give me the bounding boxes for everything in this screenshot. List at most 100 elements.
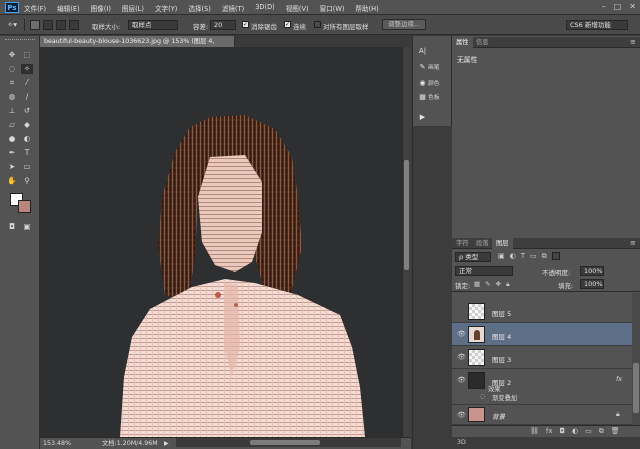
blur-tool-icon[interactable]: ● bbox=[6, 134, 18, 144]
lock-transparent-icon[interactable]: ▦ bbox=[474, 280, 480, 289]
subtract-selection-icon[interactable] bbox=[56, 20, 66, 30]
eye-icon[interactable]: 👁︎ bbox=[457, 376, 466, 384]
magic-wand-preset-icon[interactable]: ✧▾ bbox=[6, 20, 18, 30]
healing-brush-tool-icon[interactable]: ◍ bbox=[6, 92, 18, 102]
workspace-select[interactable]: CS6 新增功能 bbox=[566, 20, 628, 30]
hand-tool-icon[interactable]: ✋ bbox=[6, 176, 18, 186]
minimize-button[interactable]: – bbox=[602, 2, 606, 11]
layer-name[interactable]: 图层 4 bbox=[492, 331, 511, 341]
new-selection-icon[interactable] bbox=[30, 20, 40, 30]
close-button[interactable]: ✕ bbox=[629, 2, 636, 11]
3d-panel-button[interactable]: 3D bbox=[457, 439, 466, 446]
effect-eye-icon[interactable]: ◌ bbox=[480, 393, 485, 400]
layer-row-layer-3[interactable]: 👁︎ 图层 3 bbox=[452, 346, 632, 369]
antialias-checkbox[interactable]: ✓ bbox=[242, 21, 249, 28]
new-group-icon[interactable]: ▭ bbox=[585, 427, 592, 436]
panel-menu-icon[interactable]: ≡ bbox=[630, 38, 636, 46]
filter-adjust-icon[interactable]: ◐ bbox=[510, 252, 516, 261]
tab-properties[interactable]: 属性 bbox=[452, 37, 473, 48]
paint-bucket-tool-icon[interactable]: ◆ bbox=[21, 120, 33, 130]
menu-window[interactable]: 窗口(W) bbox=[320, 3, 345, 13]
menu-3d[interactable]: 3D(D) bbox=[255, 3, 275, 13]
intersect-selection-icon[interactable] bbox=[69, 20, 79, 30]
tab-layers[interactable]: 图层 bbox=[492, 238, 513, 249]
fill-input[interactable]: 100% bbox=[580, 279, 604, 289]
clone-stamp-tool-icon[interactable]: ⊥ bbox=[6, 106, 18, 116]
tolerance-input[interactable]: 20 bbox=[210, 20, 236, 30]
menu-image[interactable]: 图像(I) bbox=[91, 3, 111, 13]
path-selection-tool-icon[interactable]: ➤ bbox=[6, 162, 18, 172]
visibility-toggle[interactable] bbox=[457, 307, 465, 315]
filter-toggle[interactable] bbox=[552, 252, 560, 260]
menu-select[interactable]: 选择(S) bbox=[188, 3, 211, 13]
eyedropper-tool-icon[interactable]: ⁄ bbox=[21, 78, 33, 88]
new-layer-icon[interactable]: ⧉ bbox=[599, 427, 604, 436]
lock-all-icon[interactable]: 🔒︎ bbox=[506, 280, 509, 289]
link-layers-icon[interactable]: ⛓ bbox=[530, 427, 539, 436]
character-panel-button[interactable]: A| bbox=[417, 46, 451, 56]
lock-position-icon[interactable]: ✥ bbox=[496, 280, 501, 289]
eye-icon[interactable]: 👁︎ bbox=[457, 353, 466, 361]
zoom-level[interactable]: 153.48% bbox=[43, 438, 71, 449]
all-layers-checkbox[interactable] bbox=[314, 21, 321, 28]
maximize-button[interactable]: □ bbox=[614, 2, 622, 11]
filter-smart-icon[interactable]: ⧉ bbox=[542, 252, 547, 261]
brush-tool-icon[interactable]: ∕ bbox=[21, 92, 33, 102]
actions-panel-button[interactable]: ▶ bbox=[417, 112, 451, 122]
lasso-tool-icon[interactable]: ◌ bbox=[6, 64, 18, 74]
move-tool-icon[interactable]: ✥ bbox=[6, 50, 18, 60]
canvas-horizontal-scroll-thumb[interactable] bbox=[250, 440, 320, 445]
layers-scrollbar[interactable] bbox=[632, 293, 640, 425]
blend-mode-select[interactable]: 正常 bbox=[455, 266, 513, 276]
background-color-swatch[interactable] bbox=[18, 200, 31, 213]
screen-mode-icon[interactable]: ▣ bbox=[21, 222, 33, 232]
filter-pixel-icon[interactable]: ▣ bbox=[498, 252, 505, 261]
quick-mask-icon[interactable]: ◘ bbox=[6, 222, 18, 232]
layer-filter-select[interactable]: ρ 类型 bbox=[455, 252, 491, 262]
tab-character[interactable]: 字符 bbox=[452, 238, 473, 249]
tab-info[interactable]: 信息 bbox=[472, 37, 493, 48]
eraser-tool-icon[interactable]: ▱ bbox=[6, 120, 18, 130]
fx-icon[interactable]: fx bbox=[546, 427, 553, 436]
menu-help[interactable]: 帮助(H) bbox=[355, 3, 378, 13]
canvas-vertical-scroll-thumb[interactable] bbox=[404, 160, 409, 270]
layer-name[interactable]: 背景 bbox=[492, 411, 505, 421]
menu-filter[interactable]: 滤镜(T) bbox=[222, 3, 244, 13]
swatches-panel-button[interactable]: ▦ 色板 bbox=[417, 92, 451, 102]
color-panel-button[interactable]: ◉ 颜色 bbox=[417, 78, 451, 88]
layer-row-background[interactable]: 👁︎ 背景 🔒︎ bbox=[452, 405, 632, 425]
menu-type[interactable]: 文字(Y) bbox=[155, 3, 177, 13]
layer-row-layer-5[interactable]: 图层 5 bbox=[452, 300, 632, 323]
layer-row-layer-4[interactable]: 👁︎ 图层 4 bbox=[452, 323, 632, 346]
layers-panel-menu-icon[interactable]: ≡ bbox=[630, 239, 636, 247]
pen-tool-icon[interactable]: ✒ bbox=[6, 148, 18, 158]
add-mask-icon[interactable]: ◘ bbox=[560, 427, 566, 436]
filter-type-icon[interactable]: T bbox=[521, 252, 525, 261]
layer-name[interactable]: 图层 3 bbox=[492, 354, 511, 364]
delete-layer-icon[interactable]: 🗑︎ bbox=[611, 427, 620, 436]
adjustment-layer-icon[interactable]: ◐ bbox=[572, 427, 578, 436]
rectangle-tool-icon[interactable]: ▭ bbox=[21, 162, 33, 172]
magic-wand-tool-icon[interactable]: ✧ bbox=[21, 64, 33, 74]
crop-tool-icon[interactable]: ⌗ bbox=[6, 78, 18, 88]
history-brush-tool-icon[interactable]: ↺ bbox=[21, 106, 33, 116]
status-arrow-icon[interactable]: ▶ bbox=[164, 438, 169, 449]
layer-row-layer-2[interactable]: 👁︎ 图层 2 fx 效果 ◌ 渐变叠加 bbox=[452, 369, 632, 405]
contiguous-checkbox[interactable]: ✓ bbox=[284, 21, 291, 28]
fx-badge[interactable]: fx bbox=[616, 375, 622, 383]
add-selection-icon[interactable] bbox=[43, 20, 53, 30]
menu-view[interactable]: 视图(V) bbox=[286, 3, 309, 13]
opacity-input[interactable]: 100% bbox=[580, 266, 604, 276]
layer-name[interactable]: 图层 5 bbox=[492, 308, 511, 318]
zoom-tool-icon[interactable]: ⚲ bbox=[21, 176, 33, 186]
brush-panel-button[interactable]: ✎ 画笔 bbox=[417, 62, 451, 72]
refine-edge-button[interactable]: 调整边缘... bbox=[382, 19, 427, 30]
type-tool-icon[interactable]: T bbox=[21, 148, 33, 158]
filter-shape-icon[interactable]: ▭ bbox=[530, 252, 537, 261]
dodge-tool-icon[interactable]: ◐ bbox=[21, 134, 33, 144]
rect-marquee-tool-icon[interactable]: ⬚ bbox=[21, 50, 33, 60]
menu-layer[interactable]: 图层(L) bbox=[122, 3, 144, 13]
effect-gradient-overlay[interactable]: 渐变叠加 bbox=[492, 393, 517, 402]
sample-size-select[interactable]: 取样点 bbox=[128, 20, 178, 30]
document-tab[interactable]: beautiful-beauty-blouse-1036623.jpg @ 15… bbox=[40, 36, 235, 56]
